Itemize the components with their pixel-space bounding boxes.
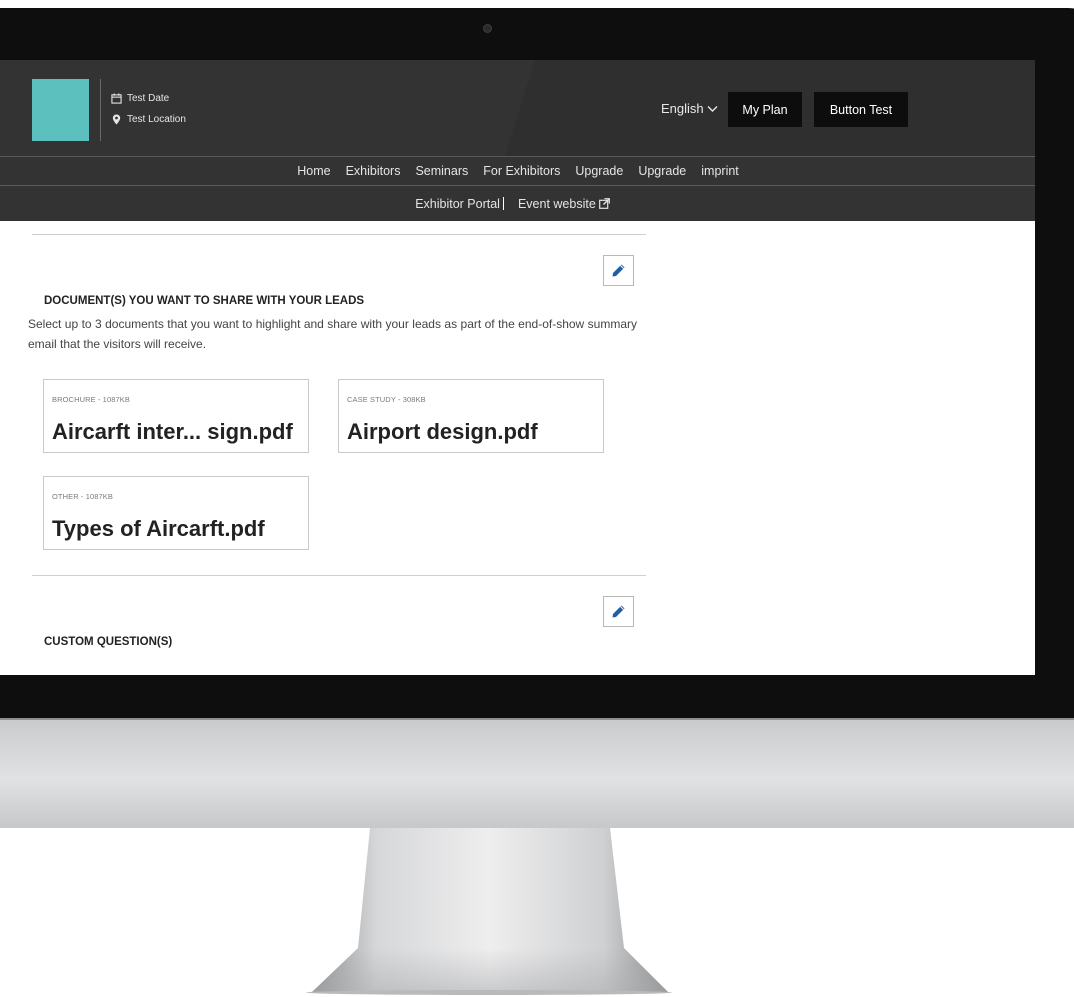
- text-cursor: [502, 197, 504, 210]
- pencil-icon: [612, 605, 625, 618]
- external-link-icon: [598, 198, 610, 209]
- nav-item-imprint[interactable]: imprint: [701, 164, 739, 178]
- document-type: BROCHURE - 1087KB: [52, 395, 130, 404]
- event-logo[interactable]: [32, 79, 89, 141]
- document-card[interactable]: BROCHURE - 1087KB Aircarft inter... sign…: [43, 379, 309, 453]
- nav-item-event-website[interactable]: Event website: [518, 197, 610, 211]
- nav-item-upgrade-2[interactable]: Upgrade: [638, 164, 686, 178]
- edit-custom-questions-button[interactable]: [603, 596, 634, 627]
- monitor-stand-shade: [312, 948, 668, 992]
- nav-item-exhibitor-portal[interactable]: Exhibitor Portal: [415, 197, 504, 211]
- event-date: Test Date: [111, 93, 169, 104]
- nav-item-upgrade[interactable]: Upgrade: [575, 164, 623, 178]
- document-name: Airport design.pdf: [347, 419, 538, 444]
- documents-section-title: DOCUMENT(S) YOU WANT TO SHARE WITH YOUR …: [44, 295, 365, 307]
- nav-item-seminars[interactable]: Seminars: [415, 164, 468, 178]
- documents-section-description: Select up to 3 documents that you want t…: [28, 317, 637, 351]
- monitor-chin: [0, 718, 1074, 828]
- document-card[interactable]: OTHER - 1087KB Types of Aircarft.pdf: [43, 476, 309, 550]
- chevron-down-icon: [707, 105, 718, 112]
- primary-nav: Home Exhibitors Seminars For Exhibitors …: [0, 156, 1035, 186]
- secondary-nav: Exhibitor Portal Event website: [0, 186, 1035, 221]
- document-name: Types of Aircarft.pdf: [52, 516, 265, 541]
- monitor-chin-edge: [0, 718, 1074, 720]
- nav-item-for-exhibitors[interactable]: For Exhibitors: [483, 164, 560, 178]
- screen: Test Date Test Location English My Plan …: [0, 60, 1035, 675]
- edit-documents-button[interactable]: [603, 255, 634, 286]
- document-name: Aircarft inter... sign.pdf: [52, 419, 293, 444]
- event-website-label: Event website: [517, 196, 596, 211]
- section-divider-top: [32, 234, 646, 235]
- document-card[interactable]: CASE STUDY - 308KB Airport design.pdf: [338, 379, 604, 453]
- section-divider: [32, 575, 646, 576]
- nav-item-exhibitors[interactable]: Exhibitors: [346, 164, 401, 178]
- logo-divider: [100, 79, 101, 141]
- button-test-button[interactable]: Button Test: [814, 92, 908, 127]
- document-type: CASE STUDY - 308KB: [347, 395, 426, 404]
- camera-icon: [483, 24, 492, 33]
- language-label: English: [661, 101, 704, 116]
- pencil-icon: [612, 264, 625, 277]
- location-pin-icon: [112, 114, 121, 125]
- event-location-text: Test Location: [127, 114, 186, 125]
- calendar-icon: [111, 93, 122, 104]
- event-date-text: Test Date: [127, 93, 170, 104]
- exhibitor-portal-label: Exhibitor Portal: [415, 196, 500, 211]
- monitor-base: [306, 990, 672, 995]
- my-plan-button[interactable]: My Plan: [728, 92, 802, 127]
- event-location: Test Location: [111, 114, 186, 125]
- nav-item-home[interactable]: Home: [297, 164, 330, 178]
- custom-questions-title: CUSTOM QUESTION(S): [44, 636, 173, 648]
- document-type: OTHER - 1087KB: [52, 492, 114, 501]
- language-selector[interactable]: English: [661, 101, 718, 116]
